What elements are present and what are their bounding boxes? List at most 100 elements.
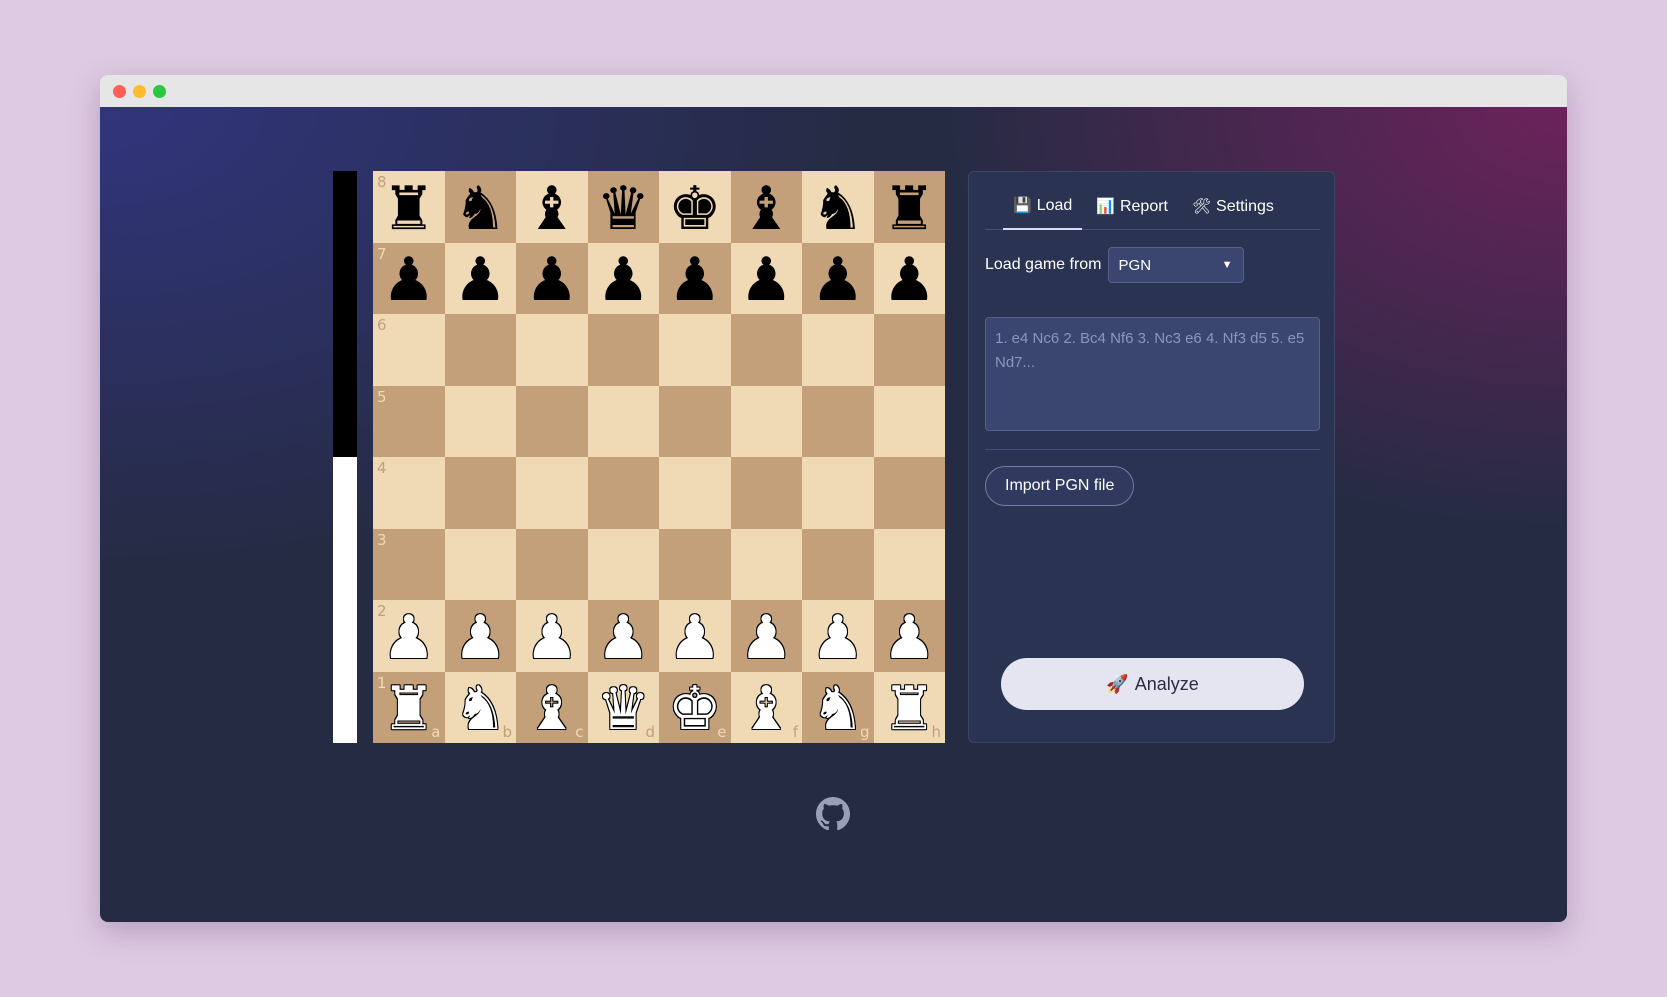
black-queen-icon[interactable]: ♛: [596, 179, 650, 239]
square-e2[interactable]: ♟: [659, 600, 731, 672]
maximize-window-button[interactable]: [153, 85, 166, 98]
black-pawn-icon[interactable]: ♟: [382, 250, 436, 310]
black-pawn-icon[interactable]: ♟: [525, 250, 579, 310]
analyze-button[interactable]: 🚀 Analyze: [1001, 658, 1304, 710]
white-knight-icon[interactable]: ♞: [453, 679, 507, 739]
white-pawn-icon[interactable]: ♟: [525, 608, 579, 668]
square-c8[interactable]: ♝: [516, 171, 588, 243]
square-d3[interactable]: [587, 528, 659, 600]
square-f1[interactable]: f ♝: [730, 671, 802, 743]
square-h5[interactable]: [873, 385, 945, 457]
square-h6[interactable]: [873, 314, 945, 386]
square-c3[interactable]: [516, 528, 588, 600]
square-a6[interactable]: 6: [373, 314, 445, 386]
black-pawn-icon[interactable]: ♟: [739, 250, 793, 310]
black-king-icon[interactable]: ♚: [668, 179, 722, 239]
black-bishop-icon[interactable]: ♝: [739, 179, 793, 239]
square-c1[interactable]: c ♝: [516, 671, 588, 743]
white-pawn-icon[interactable]: ♟: [882, 608, 936, 668]
square-g8[interactable]: ♞: [802, 171, 874, 243]
square-c4[interactable]: [516, 457, 588, 529]
square-b4[interactable]: [444, 457, 516, 529]
square-b7[interactable]: ♟: [444, 242, 516, 314]
square-f7[interactable]: ♟: [730, 242, 802, 314]
square-b8[interactable]: ♞: [444, 171, 516, 243]
square-h1[interactable]: h ♜: [873, 671, 945, 743]
tab-report[interactable]: 📊 Report: [1086, 184, 1178, 230]
square-g7[interactable]: ♟: [802, 242, 874, 314]
square-a1[interactable]: 1 a ♜: [373, 671, 445, 743]
square-b3[interactable]: [444, 528, 516, 600]
square-d7[interactable]: ♟: [587, 242, 659, 314]
square-c5[interactable]: [516, 385, 588, 457]
white-pawn-icon[interactable]: ♟: [382, 608, 436, 668]
black-rook-icon[interactable]: ♜: [882, 179, 936, 239]
square-b5[interactable]: [444, 385, 516, 457]
square-e4[interactable]: [659, 457, 731, 529]
github-icon[interactable]: [816, 797, 850, 831]
white-pawn-icon[interactable]: ♟: [739, 608, 793, 668]
square-g1[interactable]: g ♞: [802, 671, 874, 743]
square-f4[interactable]: [730, 457, 802, 529]
square-d1[interactable]: d ♛: [587, 671, 659, 743]
square-f6[interactable]: [730, 314, 802, 386]
close-window-button[interactable]: [113, 85, 126, 98]
square-a4[interactable]: 4: [373, 457, 445, 529]
load-source-select[interactable]: PGN ▼: [1107, 247, 1244, 283]
square-g2[interactable]: ♟: [802, 600, 874, 672]
square-d4[interactable]: [587, 457, 659, 529]
square-h3[interactable]: [873, 528, 945, 600]
square-d2[interactable]: ♟: [587, 600, 659, 672]
import-pgn-file-button[interactable]: Import PGN file: [985, 466, 1135, 506]
square-h7[interactable]: ♟: [873, 242, 945, 314]
square-b1[interactable]: b ♞: [444, 671, 516, 743]
chess-board[interactable]: 8 ♜ ♞ ♝ ♛ ♚ ♝ ♞ ♜ 7 ♟ ♟ ♟ ♟ ♟ ♟ ♟ ♟ 6 5 4 3 2 ♟ ♟ ♟ ♟ ♟ ♟ ♟ ♟ 1 a ♜ b ♞ c ♝ d ♛…: [373, 171, 945, 743]
square-d8[interactable]: ♛: [587, 171, 659, 243]
tab-settings[interactable]: 🛠 Settings: [1182, 184, 1284, 230]
square-g4[interactable]: [802, 457, 874, 529]
white-rook-icon[interactable]: ♜: [882, 679, 936, 739]
white-bishop-icon[interactable]: ♝: [739, 679, 793, 739]
black-pawn-icon[interactable]: ♟: [882, 250, 936, 310]
tab-load[interactable]: 💾 Load: [1003, 184, 1083, 230]
white-rook-icon[interactable]: ♜: [382, 679, 436, 739]
square-a3[interactable]: 3: [373, 528, 445, 600]
square-h2[interactable]: ♟: [873, 600, 945, 672]
black-knight-icon[interactable]: ♞: [811, 179, 865, 239]
white-queen-icon[interactable]: ♛: [596, 679, 650, 739]
square-c7[interactable]: ♟: [516, 242, 588, 314]
square-h8[interactable]: ♜: [873, 171, 945, 243]
white-pawn-icon[interactable]: ♟: [811, 608, 865, 668]
square-a7[interactable]: 7 ♟: [373, 242, 445, 314]
square-e5[interactable]: [659, 385, 731, 457]
square-e3[interactable]: [659, 528, 731, 600]
square-b2[interactable]: ♟: [444, 600, 516, 672]
white-king-icon[interactable]: ♚: [668, 679, 722, 739]
square-f8[interactable]: ♝: [730, 171, 802, 243]
square-e7[interactable]: ♟: [659, 242, 731, 314]
square-g3[interactable]: [802, 528, 874, 600]
black-bishop-icon[interactable]: ♝: [525, 179, 579, 239]
square-a5[interactable]: 5: [373, 385, 445, 457]
black-knight-icon[interactable]: ♞: [453, 179, 507, 239]
square-c2[interactable]: ♟: [516, 600, 588, 672]
square-c6[interactable]: [516, 314, 588, 386]
square-d6[interactable]: [587, 314, 659, 386]
black-pawn-icon[interactable]: ♟: [596, 250, 650, 310]
square-a8[interactable]: 8 ♜: [373, 171, 445, 243]
square-g5[interactable]: [802, 385, 874, 457]
white-pawn-icon[interactable]: ♟: [596, 608, 650, 668]
black-pawn-icon[interactable]: ♟: [668, 250, 722, 310]
square-e8[interactable]: ♚: [659, 171, 731, 243]
black-pawn-icon[interactable]: ♟: [811, 250, 865, 310]
minimize-window-button[interactable]: [133, 85, 146, 98]
square-d5[interactable]: [587, 385, 659, 457]
white-knight-icon[interactable]: ♞: [811, 679, 865, 739]
square-g6[interactable]: [802, 314, 874, 386]
square-a2[interactable]: 2 ♟: [373, 600, 445, 672]
square-b6[interactable]: [444, 314, 516, 386]
square-f2[interactable]: ♟: [730, 600, 802, 672]
square-f5[interactable]: [730, 385, 802, 457]
white-bishop-icon[interactable]: ♝: [525, 679, 579, 739]
square-e6[interactable]: [659, 314, 731, 386]
